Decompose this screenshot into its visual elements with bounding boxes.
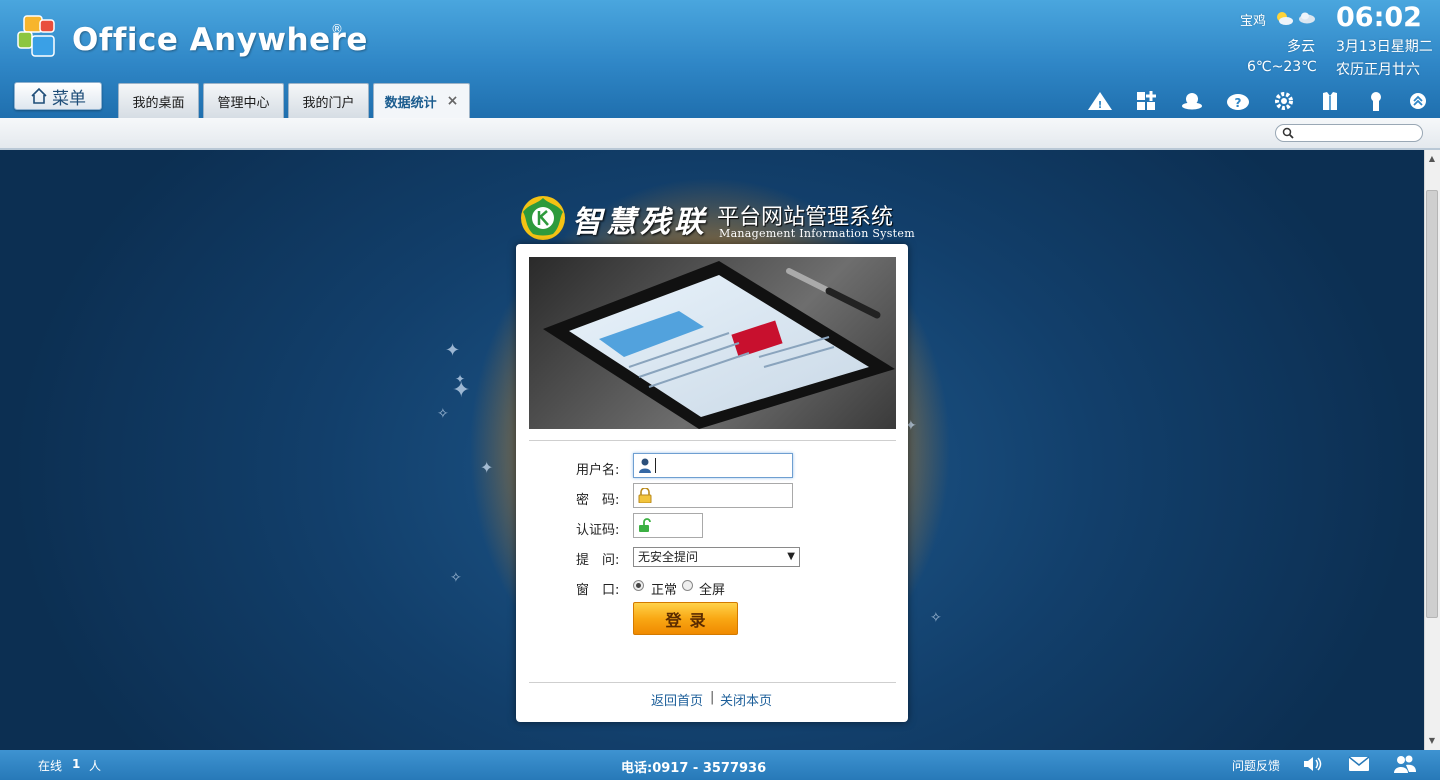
sparkle-icon: ✦ — [445, 340, 461, 361]
svg-text:!: ! — [1098, 100, 1103, 111]
tab-label: 数据统计 — [384, 95, 437, 111]
search-strip — [0, 118, 1440, 150]
lock-icon — [638, 488, 652, 503]
search-icon — [1282, 127, 1294, 139]
office-anywhere-logo-icon — [17, 15, 55, 57]
online-unit: 人 — [89, 759, 102, 773]
settings-icon[interactable] — [1269, 88, 1299, 114]
tab-my-desktop[interactable]: 我的桌面 — [118, 83, 199, 118]
message-icon[interactable] — [1347, 753, 1371, 775]
scroll-down-icon[interactable]: ▼ — [1428, 737, 1436, 745]
sparkle-icon: ✧ — [437, 406, 449, 422]
lunar-date: 农历正月廿六 — [1336, 62, 1420, 78]
weather-condition: 多云 — [1287, 39, 1315, 55]
clock-time: 06:02 — [1336, 2, 1422, 33]
window-fullscreen-radio[interactable] — [682, 580, 693, 591]
tab-label: 我的桌面 — [132, 95, 185, 111]
hero-tablet-image — [529, 257, 896, 429]
password-label: 密 码: — [576, 493, 620, 508]
tab-label: 管理中心 — [217, 95, 270, 111]
captcha-label: 认证码: — [576, 523, 620, 538]
theme-icon[interactable] — [1315, 88, 1345, 114]
link-separator: | — [710, 690, 715, 705]
brand-name-cn: 智慧残联 — [572, 205, 708, 240]
online-users-icon[interactable] — [1393, 753, 1417, 775]
menu-button-label: 菜单 — [52, 88, 86, 109]
captcha-field[interactable] — [633, 513, 703, 538]
weather-city[interactable]: 宝鸡 — [1240, 10, 1266, 29]
username-label: 用户名: — [576, 463, 620, 478]
user-icon — [639, 458, 651, 473]
cloud-icon — [1299, 12, 1315, 24]
contact-phone: 电话:0917 - 3577936 — [621, 761, 767, 776]
svg-text:?: ? — [1235, 96, 1242, 110]
sparkle-icon: ✧ — [930, 610, 942, 626]
sparkle-icon: ✦ — [480, 458, 494, 477]
tablet-illustration-icon — [543, 261, 895, 429]
scroll-thumb[interactable] — [1426, 190, 1438, 618]
warning-icon[interactable]: ! — [1085, 88, 1115, 114]
tab-my-portal[interactable]: 我的门户 — [288, 83, 369, 118]
collapse-icon[interactable] — [1403, 88, 1433, 114]
online-count[interactable]: 1 — [72, 757, 80, 771]
current-date: 3月13日星期二 — [1336, 39, 1433, 55]
password-field[interactable] — [633, 483, 793, 508]
system-subtitle-en: Management Information System — [719, 227, 915, 240]
divider — [529, 440, 896, 441]
weather-temperature: 6℃~23℃ — [1247, 59, 1317, 75]
dropdown-arrow-icon: ▼ — [787, 551, 795, 562]
username-field[interactable] — [633, 453, 793, 478]
volume-icon[interactable] — [1301, 753, 1325, 775]
help-icon[interactable]: ? — [1223, 88, 1253, 114]
divider — [529, 682, 896, 683]
tab-label: 我的门户 — [302, 95, 355, 111]
window-label: 窗 口: — [576, 583, 620, 598]
menu-button[interactable]: 菜单 — [14, 82, 102, 110]
back-home-link[interactable]: 返回首页 — [651, 690, 703, 709]
feedback-link[interactable]: 问题反馈 — [1232, 757, 1280, 774]
text-caret — [655, 458, 656, 473]
online-status-icon[interactable] — [1177, 88, 1207, 114]
app-title: Office Anywhere — [72, 22, 368, 58]
security-question-value: 无安全提问 — [638, 550, 699, 564]
home-icon — [31, 87, 47, 104]
window-normal-label[interactable]: 正常 — [651, 579, 677, 598]
sun-cloud-icon — [1277, 12, 1293, 25]
disabled-federation-emblem-icon — [521, 196, 565, 240]
security-question-select[interactable]: 无安全提问 ▼ — [633, 547, 800, 567]
tab-close-icon[interactable]: × — [447, 93, 459, 109]
tab-admin-center[interactable]: 管理中心 — [203, 83, 284, 118]
sparkle-icon: ✧ — [450, 570, 462, 586]
personal-icon[interactable] — [1361, 88, 1391, 114]
online-prefix: 在线 — [38, 759, 63, 773]
scroll-up-icon[interactable]: ▲ — [1428, 155, 1436, 163]
window-fullscreen-label[interactable]: 全屏 — [699, 579, 725, 598]
sparkle-icon: ✦ — [452, 378, 471, 403]
registered-mark: ® — [331, 22, 343, 36]
key-icon — [639, 518, 651, 532]
add-module-icon[interactable] — [1131, 88, 1161, 114]
close-page-link[interactable]: 关闭本页 — [720, 690, 772, 709]
search-input[interactable] — [1275, 124, 1423, 142]
question-label: 提 问: — [576, 553, 620, 568]
tab-data-statistics[interactable]: 数据统计 × — [373, 83, 470, 118]
login-button[interactable]: 登录 — [633, 602, 738, 635]
window-normal-radio[interactable] — [633, 580, 644, 591]
